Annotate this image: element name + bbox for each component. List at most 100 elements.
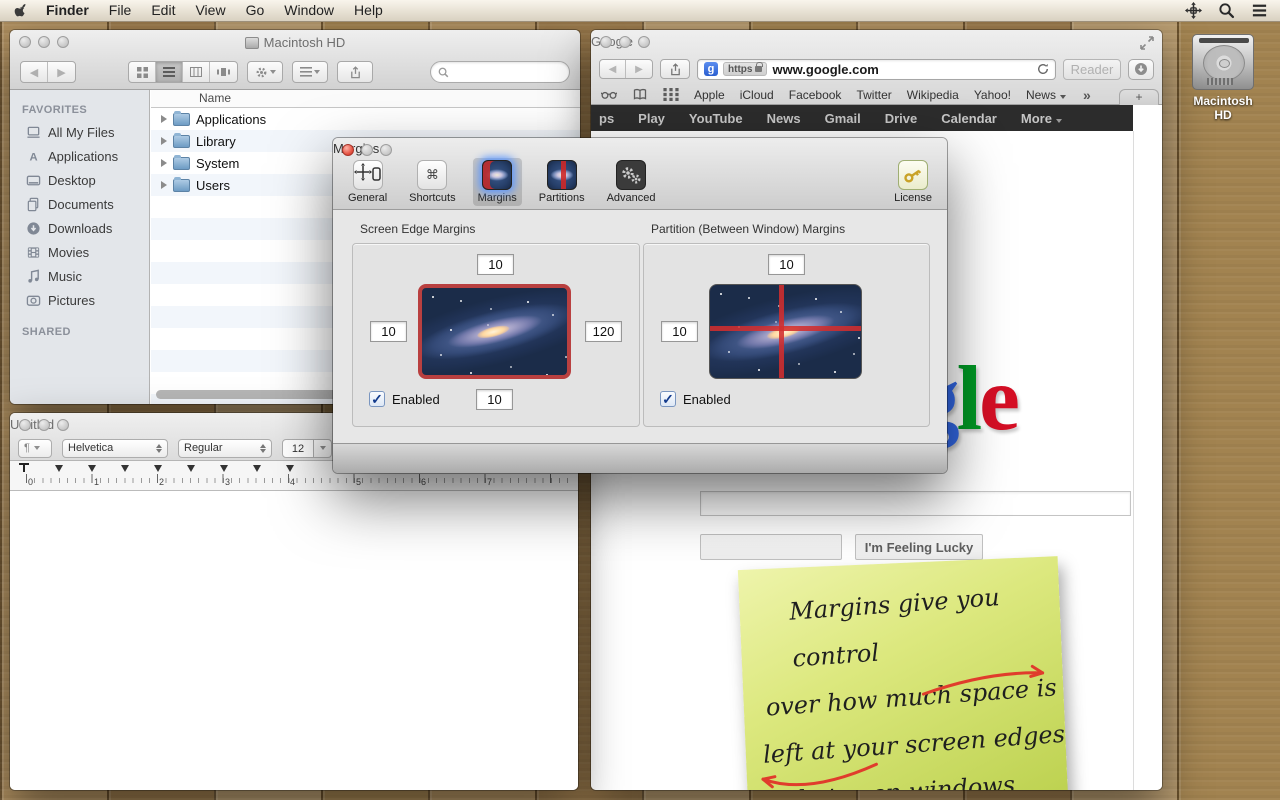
nav-more[interactable]: More bbox=[1021, 111, 1062, 126]
font-style-dropdown[interactable]: Regular bbox=[178, 439, 272, 458]
icon-view-button[interactable] bbox=[129, 62, 156, 82]
finder-titlebar[interactable]: Macintosh HD ◀ ▶ bbox=[10, 30, 580, 90]
menu-item-help[interactable]: Help bbox=[344, 0, 393, 21]
menu-item-window[interactable]: Window bbox=[274, 0, 344, 21]
forward-button[interactable]: ▶ bbox=[626, 60, 652, 78]
reload-icon[interactable] bbox=[1037, 63, 1049, 75]
bookmark-facebook[interactable]: Facebook bbox=[789, 88, 842, 102]
menu-item-view[interactable]: View bbox=[185, 0, 235, 21]
bookmark-apple[interactable]: Apple bbox=[694, 88, 725, 102]
tab-stop-icon[interactable] bbox=[154, 465, 162, 472]
coverflow-view-button[interactable] bbox=[210, 62, 237, 82]
reader-button[interactable]: Reader bbox=[1063, 59, 1121, 80]
right-margin-field[interactable] bbox=[585, 321, 622, 342]
close-button[interactable] bbox=[19, 36, 31, 48]
bottom-margin-field[interactable] bbox=[476, 389, 513, 410]
bookmark-twitter[interactable]: Twitter bbox=[856, 88, 891, 102]
minimize-button[interactable] bbox=[38, 419, 50, 431]
dialog-titlebar[interactable]: Margins General ⌘ Shortcuts Margins bbox=[333, 138, 947, 210]
sidebar-item-pictures[interactable]: Pictures bbox=[10, 288, 149, 312]
fullscreen-icon[interactable] bbox=[1140, 36, 1154, 50]
close-button[interactable] bbox=[19, 419, 31, 431]
paragraph-style-dropdown[interactable]: ¶ bbox=[18, 439, 52, 458]
bookmark-news[interactable]: News bbox=[1026, 88, 1066, 102]
back-button[interactable]: ◀ bbox=[600, 60, 626, 78]
search-input[interactable] bbox=[430, 61, 570, 83]
sidebar-item-movies[interactable]: Movies bbox=[10, 240, 149, 264]
share-button[interactable] bbox=[660, 59, 690, 79]
address-bar[interactable]: g https www.google.com bbox=[697, 59, 1056, 80]
top-sites-icon[interactable] bbox=[663, 88, 679, 101]
google-search-input[interactable] bbox=[700, 491, 1131, 516]
close-button[interactable] bbox=[600, 36, 612, 48]
left-margin-field[interactable] bbox=[370, 321, 407, 342]
column-header-name[interactable]: Name bbox=[151, 90, 580, 108]
menu-item-edit[interactable]: Edit bbox=[141, 0, 185, 21]
menu-item-file[interactable]: File bbox=[99, 0, 142, 21]
column-view-button[interactable] bbox=[183, 62, 210, 82]
action-menu-button[interactable] bbox=[247, 61, 283, 83]
apple-menu-icon[interactable] bbox=[14, 3, 30, 19]
tab-stop-icon[interactable] bbox=[121, 465, 129, 472]
font-size-field[interactable]: 12 bbox=[282, 439, 314, 458]
share-button[interactable] bbox=[337, 61, 373, 83]
minimize-button[interactable] bbox=[361, 144, 373, 156]
partition-enabled-checkbox[interactable]: ✓ bbox=[660, 391, 676, 407]
file-row-applications[interactable]: Applications bbox=[151, 108, 580, 130]
font-size-dropdown[interactable] bbox=[314, 439, 332, 458]
disclosure-triangle-icon[interactable] bbox=[161, 115, 167, 123]
zoom-button[interactable] bbox=[57, 36, 69, 48]
tab-stop-icon[interactable] bbox=[88, 465, 96, 472]
disclosure-triangle-icon[interactable] bbox=[161, 181, 167, 189]
screen-edge-enabled-checkbox[interactable]: ✓ bbox=[369, 391, 385, 407]
google-search-button[interactable] bbox=[700, 534, 842, 560]
tab-license[interactable]: License bbox=[889, 158, 937, 206]
search-icon[interactable] bbox=[1218, 2, 1235, 19]
tab-margins[interactable]: Margins bbox=[473, 158, 522, 206]
tab-shortcuts[interactable]: ⌘ Shortcuts bbox=[404, 158, 460, 206]
tab-partitions[interactable]: Partitions bbox=[534, 158, 590, 206]
partition-left-field[interactable] bbox=[661, 321, 698, 342]
tab-stop-icon[interactable] bbox=[220, 465, 228, 472]
bookmarks-icon[interactable] bbox=[632, 88, 648, 101]
menu-item-finder[interactable]: Finder bbox=[36, 0, 99, 21]
list-icon[interactable] bbox=[1251, 2, 1268, 19]
disclosure-triangle-icon[interactable] bbox=[161, 159, 167, 167]
forward-button[interactable]: ▶ bbox=[48, 62, 75, 82]
tab-advanced[interactable]: Advanced bbox=[602, 158, 661, 206]
nav-calendar[interactable]: Calendar bbox=[941, 111, 997, 126]
list-view-button[interactable] bbox=[156, 62, 183, 82]
font-family-dropdown[interactable]: Helvetica bbox=[62, 439, 168, 458]
new-tab-button[interactable]: + bbox=[1119, 89, 1159, 105]
minimize-button[interactable] bbox=[38, 36, 50, 48]
document-area[interactable] bbox=[10, 491, 578, 790]
feeling-lucky-button[interactable]: I'm Feeling Lucky bbox=[855, 534, 983, 560]
zoom-button[interactable] bbox=[638, 36, 650, 48]
zoom-button[interactable] bbox=[57, 419, 69, 431]
sidebar-item-downloads[interactable]: Downloads bbox=[10, 216, 149, 240]
minimize-button[interactable] bbox=[619, 36, 631, 48]
tab-stop-icon[interactable] bbox=[286, 465, 294, 472]
sidebar-item-applications[interactable]: A Applications bbox=[10, 144, 149, 168]
tab-general[interactable]: General bbox=[343, 158, 392, 206]
nav-play[interactable]: Play bbox=[638, 111, 665, 126]
safari-titlebar[interactable]: Google ◀ ▶ g https www.goog bbox=[591, 30, 1162, 105]
bookmarks-overflow-chevron[interactable]: » bbox=[1083, 87, 1091, 103]
move-icon[interactable] bbox=[1185, 2, 1202, 19]
nav-youtube[interactable]: YouTube bbox=[689, 111, 743, 126]
nav-gmail[interactable]: Gmail bbox=[825, 111, 861, 126]
bookmark-wikipedia[interactable]: Wikipedia bbox=[907, 88, 959, 102]
bookmark-icloud[interactable]: iCloud bbox=[740, 88, 774, 102]
zoom-button[interactable] bbox=[380, 144, 392, 156]
sidebar-item-all-my-files[interactable]: All My Files bbox=[10, 120, 149, 144]
downloads-button[interactable] bbox=[1128, 59, 1154, 80]
arrange-menu-button[interactable] bbox=[292, 61, 328, 83]
reading-list-icon[interactable] bbox=[601, 88, 617, 101]
url-text[interactable]: www.google.com bbox=[772, 62, 1032, 77]
tab-stop-icon[interactable] bbox=[187, 465, 195, 472]
menu-item-go[interactable]: Go bbox=[236, 0, 275, 21]
tab-stop-icon[interactable] bbox=[253, 465, 261, 472]
partition-top-field[interactable] bbox=[768, 254, 805, 275]
desktop-icon-macintosh-hd[interactable]: Macintosh HD bbox=[1186, 34, 1260, 122]
nav-maps[interactable]: ps bbox=[599, 111, 614, 126]
